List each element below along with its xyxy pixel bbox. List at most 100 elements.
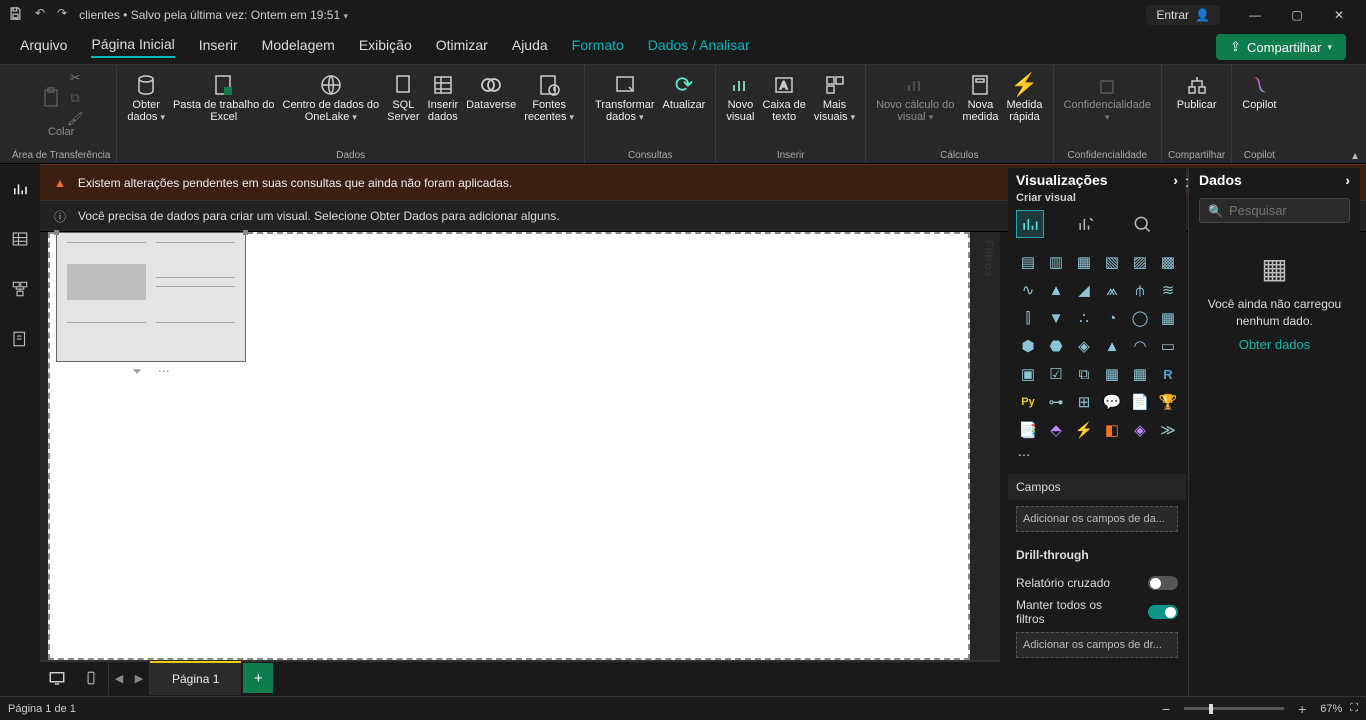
save-icon[interactable] (8, 6, 23, 24)
viz-shape-map[interactable]: ◈ (1072, 334, 1096, 358)
prev-page-button[interactable]: ◀ (109, 661, 129, 695)
add-data-fields-well[interactable]: Adicionar os campos de da... (1016, 506, 1178, 532)
viz-goals[interactable]: 🏆 (1156, 390, 1180, 414)
page-tab-1[interactable]: Página 1 (150, 661, 241, 695)
viz-azure-map[interactable]: ▲ (1100, 334, 1124, 358)
onelake-hub-button[interactable]: Centro de dados do OneLake ▾ (279, 69, 384, 125)
analytics-tab[interactable] (1128, 210, 1156, 238)
viz-ribbon[interactable]: ≋ (1156, 278, 1180, 302)
tab-otimizar[interactable]: Otimizar (436, 37, 488, 57)
viz-stacked-area[interactable]: ◢ (1072, 278, 1096, 302)
viz-stacked-column[interactable]: ▦ (1072, 250, 1096, 274)
more-visuals-icon[interactable]: ⋯ (1016, 446, 1178, 464)
search-input[interactable] (1229, 203, 1341, 218)
new-measure-button[interactable]: Nova medida (958, 69, 1002, 125)
filter-icon[interactable]: ⏷ (132, 364, 142, 379)
tab-dados-analisar[interactable]: Dados / Analisar (648, 37, 750, 57)
tab-modelagem[interactable]: Modelagem (262, 37, 335, 57)
viz-r[interactable]: R (1156, 362, 1180, 386)
mobile-layout-button[interactable] (74, 661, 108, 695)
zoom-in-button[interactable]: + (1292, 701, 1312, 717)
viz-filled-map[interactable]: ⬣ (1044, 334, 1068, 358)
signin-button[interactable]: Entrar👤 (1146, 5, 1220, 25)
get-data-link[interactable]: Obter dados (1199, 336, 1350, 354)
viz-paginated[interactable]: 📑 (1016, 418, 1040, 442)
viz-kpi[interactable]: ☑ (1044, 362, 1068, 386)
text-box-button[interactable]: ACaixa de texto (758, 69, 809, 125)
format-painter-icon[interactable]: 🖌 (67, 112, 84, 126)
viz-custom5[interactable]: ≫ (1156, 418, 1180, 442)
publish-button[interactable]: Publicar (1173, 69, 1221, 113)
collapse-ribbon-icon[interactable]: ▲ (1350, 151, 1360, 162)
tab-inserir[interactable]: Inserir (199, 37, 238, 57)
tab-arquivo[interactable]: Arquivo (20, 37, 67, 57)
viz-line[interactable]: ∿ (1016, 278, 1040, 302)
excel-workbook-button[interactable]: Pasta de trabalho do Excel (169, 69, 279, 125)
viz-100-bar[interactable]: ▨ (1128, 250, 1152, 274)
viz-automate[interactable]: ⚡ (1072, 418, 1096, 442)
viz-clustered-bar[interactable]: ▥ (1044, 250, 1068, 274)
viz-narrative[interactable]: 📄 (1128, 390, 1152, 414)
viz-key-influencers[interactable]: ⊶ (1044, 390, 1068, 414)
report-view-button[interactable] (7, 176, 33, 202)
add-page-button[interactable]: + (243, 663, 273, 693)
more-visuals-button[interactable]: Mais visuais ▾ (810, 69, 859, 125)
new-visual-button[interactable]: Novo visual (722, 69, 758, 125)
table-view-button[interactable] (7, 226, 33, 252)
maximize-button[interactable]: ▢ (1278, 2, 1316, 28)
viz-multi-card[interactable]: ▣ (1016, 362, 1040, 386)
close-button[interactable]: ✕ (1320, 2, 1358, 28)
more-options-icon[interactable]: ⋯ (158, 364, 170, 379)
get-data-button[interactable]: Obter dados ▾ (123, 69, 169, 125)
zoom-out-button[interactable]: − (1156, 701, 1176, 717)
redo-icon[interactable]: ↷ (57, 6, 67, 24)
refresh-button[interactable]: ⟳Atualizar (659, 69, 710, 113)
keep-filters-toggle[interactable] (1148, 605, 1178, 619)
recent-sources-button[interactable]: Fontes recentes ▾ (520, 69, 578, 125)
tab-formato[interactable]: Formato (572, 37, 624, 57)
viz-table[interactable]: ▦ (1100, 362, 1124, 386)
viz-donut[interactable]: ◯ (1128, 306, 1152, 330)
viz-qa[interactable]: 💬 (1100, 390, 1124, 414)
fit-page-icon[interactable]: ⛶ (1350, 702, 1358, 715)
viz-line-clustered[interactable]: ⫛ (1128, 278, 1152, 302)
minimize-button[interactable]: — (1236, 2, 1274, 28)
next-page-button[interactable]: ▶ (129, 661, 149, 695)
viz-waterfall[interactable]: ⫿ (1016, 306, 1040, 330)
zoom-slider[interactable] (1184, 707, 1284, 710)
add-drill-fields-well[interactable]: Adicionar os campos de dr... (1016, 632, 1178, 658)
viz-line-stacked[interactable]: ⩕ (1100, 278, 1124, 302)
dax-view-button[interactable] (7, 326, 33, 352)
viz-decomp-tree[interactable]: ⊞ (1072, 390, 1096, 414)
model-view-button[interactable] (7, 276, 33, 302)
viz-python[interactable]: Py (1016, 390, 1040, 414)
copilot-button[interactable]: Copilot (1238, 69, 1280, 113)
viz-funnel[interactable]: ▼ (1044, 306, 1068, 330)
visual-placeholder[interactable]: ⏷ ⋯ (56, 232, 246, 362)
viz-custom3[interactable]: ◧ (1100, 418, 1124, 442)
viz-slicer[interactable]: ⧉ (1072, 362, 1096, 386)
format-visual-tab[interactable] (1072, 210, 1100, 238)
enter-data-button[interactable]: Inserir dados (424, 69, 463, 125)
viz-power-apps[interactable]: ⬘ (1044, 418, 1068, 442)
report-canvas[interactable]: ⏷ ⋯ (48, 232, 970, 660)
transform-data-button[interactable]: Transformar dados ▾ (591, 69, 659, 125)
viz-card[interactable]: ▭ (1156, 334, 1180, 358)
tab-pagina-inicial[interactable]: Página Inicial (91, 36, 174, 58)
dataverse-button[interactable]: Dataverse (462, 69, 520, 113)
search-box[interactable]: 🔍 (1199, 198, 1350, 223)
viz-area[interactable]: ▲ (1044, 278, 1068, 302)
filters-pane-toggle[interactable]: Filtros (982, 240, 996, 277)
viz-pie[interactable]: ◔ (1100, 306, 1124, 330)
undo-icon[interactable]: ↶ (35, 6, 45, 24)
viz-treemap[interactable]: ▦ (1156, 306, 1180, 330)
viz-100-column[interactable]: ▩ (1156, 250, 1180, 274)
viz-scatter[interactable]: ∴ (1072, 306, 1096, 330)
viz-map[interactable]: ⬢ (1016, 334, 1040, 358)
tab-ajuda[interactable]: Ajuda (512, 37, 548, 57)
cut-icon[interactable]: ✂ (67, 71, 84, 85)
build-visual-tab[interactable] (1016, 210, 1044, 238)
desktop-layout-button[interactable] (40, 661, 74, 695)
tab-exibicao[interactable]: Exibição (359, 37, 412, 57)
quick-measure-button[interactable]: ⚡Medida rápida (1002, 69, 1046, 125)
